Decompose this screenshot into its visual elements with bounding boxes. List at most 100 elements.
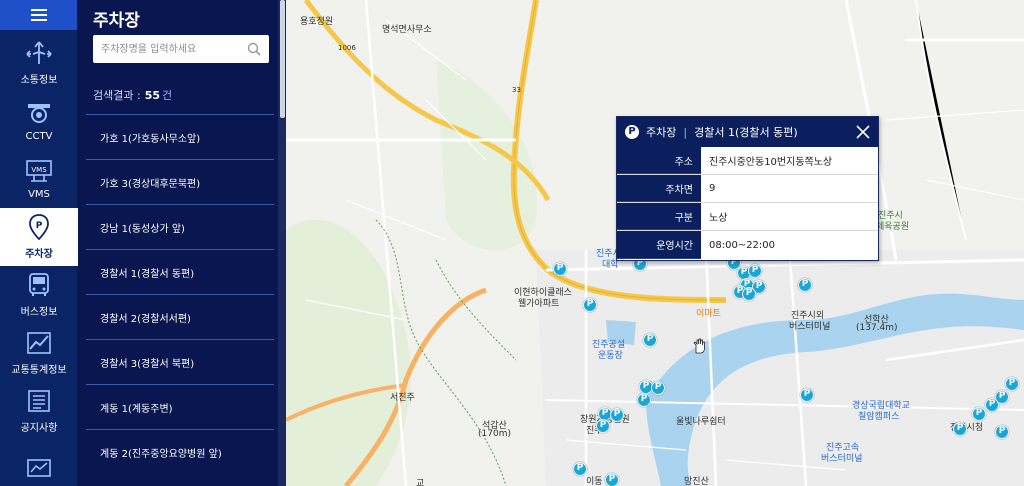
- popup-row-address: 주소 진주시중안동10번지동쪽노상: [617, 147, 878, 175]
- popup-header: P 주차장 | 경찰서 1(경찰서 동편): [617, 117, 878, 147]
- bus-icon: [29, 273, 49, 296]
- map-label: 버스터미널: [789, 322, 831, 332]
- map-label: 명석면사무소: [382, 25, 432, 35]
- map-label: (137.4m): [856, 323, 898, 333]
- nav-item-label: VMS: [28, 189, 50, 200]
- parking-marker[interactable]: P: [637, 393, 651, 407]
- parking-marker[interactable]: P: [972, 407, 986, 421]
- list-item[interactable]: 경찰서 2(경찰서서편): [86, 294, 274, 339]
- parking-search-panel: 주차장 검색결과 :55건 가호 1(가호동사무소앞) 가호 3(경상대후문북편…: [78, 0, 284, 486]
- hand-cursor-icon: [693, 338, 705, 354]
- popup-row-type: 구분 노상: [617, 203, 878, 231]
- nav-item-label: 소통정보: [20, 75, 58, 86]
- popup-row-spaces: 주차면 9: [617, 175, 878, 203]
- popup-key: 주소: [617, 147, 701, 174]
- map-label: 1006: [338, 44, 356, 52]
- traffic-arrows-icon: [26, 41, 52, 64]
- nav-item-bus[interactable]: 버스정보: [0, 266, 78, 324]
- parking-list: 가호 1(가호동사무소앞) 가호 3(경상대후문북편) 강남 1(동성상가 앞)…: [86, 114, 274, 474]
- parking-info-popup: P 주차장 | 경찰서 1(경찰서 동편) 주소 진주시중안동10번지동쪽노상 …: [616, 116, 879, 261]
- list-item[interactable]: 가호 3(경상대후문북편): [86, 159, 274, 204]
- nav-item-parking[interactable]: P 주차장: [0, 208, 78, 266]
- map-label: 교: [416, 479, 425, 486]
- notice-icon: [28, 390, 50, 412]
- panel-scroll-thumb[interactable]: [280, 0, 285, 118]
- map-label: 망진산: [684, 477, 709, 486]
- hamburger-icon: [30, 14, 47, 16]
- popup-separator: |: [683, 125, 688, 139]
- cctv-icon: [28, 104, 50, 123]
- nav-item-monitor[interactable]: [0, 440, 78, 486]
- parking-marker[interactable]: P: [1005, 377, 1019, 391]
- parking-marker[interactable]: P: [553, 262, 567, 276]
- map-label: 칠암캠퍼스: [858, 412, 900, 422]
- result-unit: 건: [162, 89, 173, 102]
- map-label: 이동: [586, 477, 603, 486]
- nav-item-notice[interactable]: 공지사항: [0, 382, 78, 440]
- vms-sign-icon: VMS: [26, 160, 52, 182]
- nav-item-cctv[interactable]: CCTV: [0, 92, 78, 150]
- nav-item-traffic[interactable]: 소통정보: [0, 34, 78, 92]
- map-label: 체육공원: [876, 222, 910, 232]
- hamburger-menu-button[interactable]: [0, 0, 77, 30]
- panel-title: 주차장: [93, 11, 140, 31]
- parking-marker[interactable]: P: [800, 388, 814, 402]
- popup-key: 주차면: [617, 175, 701, 202]
- parking-marker[interactable]: P: [605, 473, 619, 486]
- map-label: 운동장: [598, 351, 623, 361]
- parking-marker[interactable]: P: [748, 264, 762, 278]
- parking-marker[interactable]: P: [798, 278, 812, 292]
- parking-marker[interactable]: P: [573, 462, 587, 476]
- nav-rail: 소통정보 CCTV VMS VMS P 주차장 버스정보 교통통계정보 공지사항: [0, 0, 78, 486]
- nav-item-label: CCTV: [25, 131, 53, 142]
- parking-marker[interactable]: P: [651, 381, 665, 395]
- result-count: 55: [144, 89, 160, 102]
- map-label: 울빛나루쉼터: [676, 417, 726, 427]
- list-item[interactable]: 계동 1(계동주변): [86, 384, 274, 429]
- nav-item-vms[interactable]: VMS VMS: [0, 150, 78, 208]
- svg-text:P: P: [36, 221, 43, 231]
- map-label: 33: [512, 86, 521, 94]
- svg-text:VMS: VMS: [31, 166, 47, 174]
- popup-value: 9: [709, 183, 716, 194]
- result-label: 검색결과 :: [93, 89, 141, 102]
- popup-value: 진주시중안동10번지동쪽노상: [709, 157, 833, 168]
- map-label: 이마트: [696, 309, 721, 319]
- search-icon[interactable]: [247, 42, 261, 56]
- search-input[interactable]: [93, 35, 243, 63]
- nav-item-label: 교통통계정보: [11, 365, 67, 376]
- search-box: [93, 35, 269, 63]
- map-label: 버스터미널: [821, 454, 863, 464]
- popup-value: 08:00~22:00: [709, 239, 776, 251]
- parking-icon: P: [625, 125, 639, 139]
- search-result-count: 검색결과 :55 건: [93, 87, 172, 103]
- popup-key: 운영시간: [617, 231, 701, 259]
- popup-category: 주차장: [646, 126, 677, 139]
- map-label: 웰가아파트: [518, 299, 560, 309]
- nav-item-statistics[interactable]: 교통통계정보: [0, 324, 78, 382]
- popup-title: 경찰서 1(경찰서 동편): [694, 126, 798, 139]
- list-item[interactable]: 강남 1(동성상가 앞): [86, 204, 274, 249]
- close-icon[interactable]: [856, 125, 870, 139]
- popup-row-hours: 운영시간 08:00~22:00: [617, 231, 878, 259]
- popup-key: 구분: [617, 203, 701, 230]
- parking-marker[interactable]: P: [583, 298, 597, 312]
- parking-marker[interactable]: P: [985, 398, 999, 412]
- statistics-icon: [27, 332, 51, 354]
- list-item[interactable]: 계동 2(진주중앙요양병원 앞): [86, 429, 274, 474]
- list-item[interactable]: 가호 1(가호동사무소앞): [86, 114, 274, 159]
- list-item[interactable]: 경찰서 3(경찰서 북편): [86, 339, 274, 384]
- parking-marker[interactable]: P: [742, 287, 756, 301]
- map-label: (170m): [478, 429, 511, 439]
- parking-marker[interactable]: P: [643, 333, 657, 347]
- popup-value: 노상: [709, 213, 728, 224]
- parking-marker[interactable]: P: [610, 408, 624, 422]
- map-label: 서진주: [390, 393, 415, 403]
- parking-marker[interactable]: P: [995, 425, 1009, 439]
- parking-marker[interactable]: P: [596, 419, 610, 433]
- nav-item-label: 주차장: [25, 249, 53, 260]
- nav-item-label: 공지사항: [20, 423, 58, 434]
- parking-marker[interactable]: P: [953, 422, 967, 436]
- list-item[interactable]: 경찰서 1(경찰서 동편): [86, 249, 274, 294]
- nav-item-label: 버스정보: [20, 307, 58, 318]
